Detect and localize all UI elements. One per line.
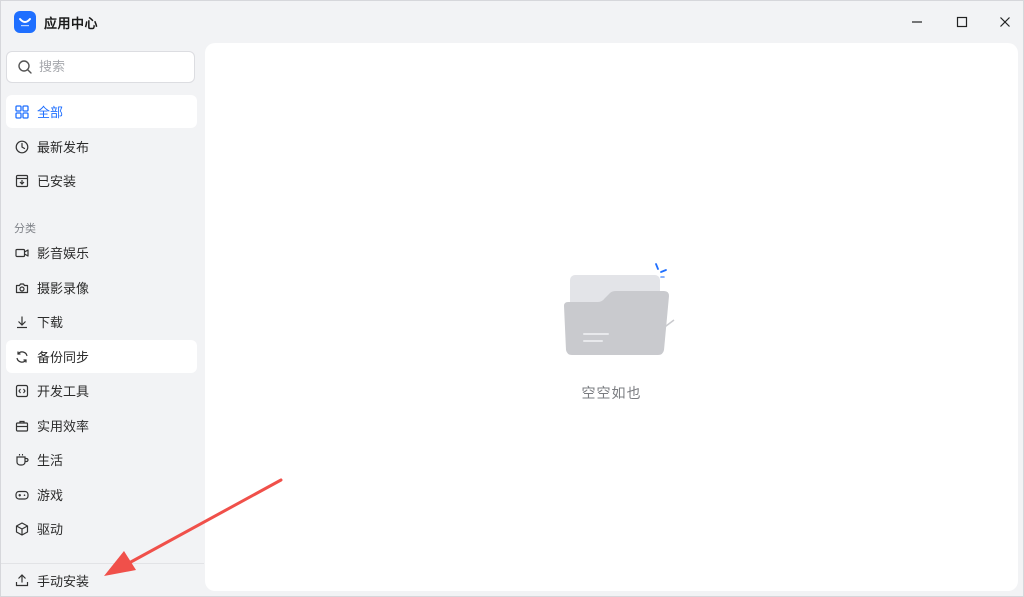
upload-icon bbox=[14, 572, 30, 588]
sidebar-item-label: 备份同步 bbox=[37, 351, 90, 366]
sidebar-item-download[interactable]: 下载 bbox=[6, 305, 197, 338]
sidebar-item-label: 游戏 bbox=[37, 489, 64, 504]
sidebar-item-productivity[interactable]: 实用效率 bbox=[6, 409, 197, 442]
close-icon bbox=[1000, 17, 1010, 27]
search-input[interactable] bbox=[37, 58, 191, 76]
sidebar-item-games[interactable]: 游戏 bbox=[6, 478, 197, 511]
gamepad-icon bbox=[14, 487, 30, 503]
cube-icon bbox=[14, 521, 30, 537]
sidebar-item-label: 下载 bbox=[37, 316, 64, 331]
sidebar-item-media[interactable]: 影音娱乐 bbox=[6, 236, 197, 269]
sidebar-item-backup-sync[interactable]: 备份同步 bbox=[6, 340, 197, 373]
sidebar-item-label: 实用效率 bbox=[37, 420, 90, 435]
minimize-icon bbox=[912, 21, 922, 23]
sidebar-item-label: 开发工具 bbox=[37, 385, 90, 400]
sidebar-item-label: 影音娱乐 bbox=[37, 247, 90, 262]
sidebar-item-label: 最新发布 bbox=[37, 141, 90, 156]
cup-icon bbox=[14, 452, 30, 468]
code-icon bbox=[14, 383, 30, 399]
clock-icon bbox=[14, 139, 30, 155]
title-bar: 应用中心 bbox=[1, 1, 1023, 43]
manual-install-label: 手动安装 bbox=[37, 574, 90, 590]
search-box[interactable] bbox=[6, 51, 195, 83]
sidebar-item-label: 生活 bbox=[37, 454, 64, 469]
sidebar-divider bbox=[1, 563, 204, 564]
empty-state-text: 空空如也 bbox=[581, 386, 642, 402]
maximize-button[interactable] bbox=[947, 8, 977, 36]
download-icon bbox=[14, 314, 30, 330]
close-button[interactable] bbox=[990, 8, 1020, 36]
video-camera-icon bbox=[14, 245, 30, 261]
category-section-label: 分类 bbox=[14, 222, 36, 235]
sidebar-item-label: 全部 bbox=[37, 106, 64, 121]
app-logo-icon bbox=[14, 11, 36, 33]
sidebar-item-dev-tools[interactable]: 开发工具 bbox=[6, 374, 197, 407]
app-window: 应用中心 搜索 全部 最新发布 已安装 分类 影音娱乐 摄影录像 下载 备份同步… bbox=[0, 0, 1024, 597]
search-icon bbox=[18, 60, 32, 74]
minimize-button[interactable] bbox=[902, 8, 932, 36]
sidebar-item-all[interactable]: 全部 bbox=[6, 95, 197, 128]
sidebar-item-drivers[interactable]: 驱动 bbox=[6, 512, 197, 545]
manual-install-button[interactable]: 手动安装 bbox=[6, 565, 197, 595]
toolbox-icon bbox=[14, 418, 30, 434]
sidebar-item-installed[interactable]: 已安装 bbox=[6, 164, 197, 197]
sidebar-item-label: 摄影录像 bbox=[37, 282, 90, 297]
camera-icon bbox=[14, 280, 30, 296]
sidebar: 全部 最新发布 已安装 分类 bbox=[1, 43, 204, 596]
sidebar-item-photo[interactable]: 摄影录像 bbox=[6, 271, 197, 304]
maximize-icon bbox=[956, 16, 968, 28]
sidebar-item-life[interactable]: 生活 bbox=[6, 443, 197, 476]
sidebar-item-latest[interactable]: 最新发布 bbox=[6, 130, 197, 163]
sync-icon bbox=[14, 349, 30, 365]
installed-box-icon bbox=[14, 173, 30, 189]
sidebar-item-label: 已安装 bbox=[37, 175, 77, 190]
main-content-panel: 空空如也 bbox=[205, 43, 1018, 591]
app-title: 应用中心 bbox=[44, 17, 99, 32]
grid-icon bbox=[14, 104, 30, 120]
sidebar-item-label: 驱动 bbox=[37, 523, 64, 538]
empty-folder-illustration bbox=[564, 263, 675, 355]
